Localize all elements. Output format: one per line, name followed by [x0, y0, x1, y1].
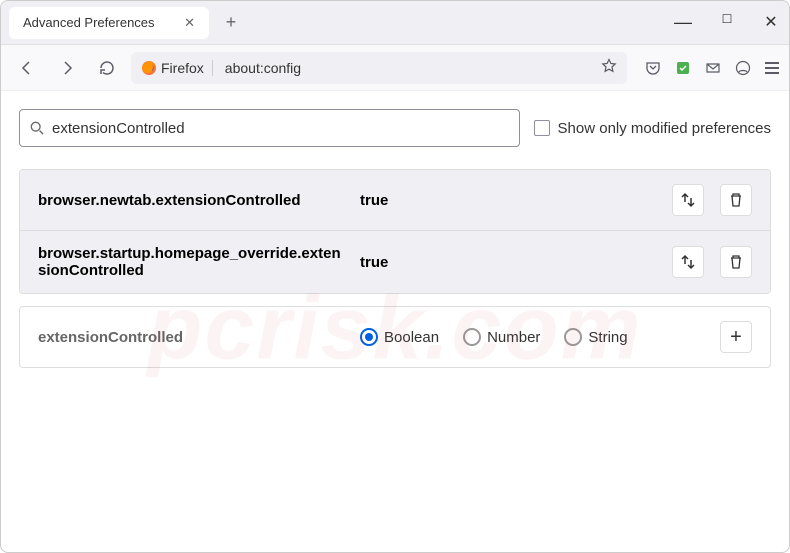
titlebar: Advanced Preferences ✕ + — ☐ ✕: [1, 1, 789, 45]
radio-boolean[interactable]: Boolean: [360, 328, 439, 346]
radio-label: Number: [487, 329, 540, 346]
search-row: Show only modified preferences: [19, 109, 771, 147]
search-icon: [30, 121, 44, 135]
bookmark-star-icon[interactable]: [601, 58, 617, 77]
radio-input[interactable]: [360, 328, 378, 346]
delete-button[interactable]: [720, 246, 752, 278]
radio-number[interactable]: Number: [463, 328, 540, 346]
browser-window: Advanced Preferences ✕ + — ☐ ✕ Firefox a…: [0, 0, 790, 553]
pref-actions: [672, 184, 752, 216]
radio-input[interactable]: [564, 328, 582, 346]
url-bar[interactable]: Firefox about:config: [131, 52, 627, 84]
extension-icon[interactable]: [675, 60, 691, 76]
identity-label: Firefox: [161, 60, 204, 76]
pref-row[interactable]: browser.startup.homepage_override.extens…: [20, 230, 770, 293]
checkbox-text: Show only modified preferences: [558, 120, 771, 137]
toggle-button[interactable]: [672, 246, 704, 278]
pref-actions: [672, 246, 752, 278]
radio-label: String: [588, 329, 627, 346]
close-tab-icon[interactable]: ✕: [184, 15, 195, 31]
toolbar-icons: [645, 60, 779, 76]
account-icon[interactable]: [735, 60, 751, 76]
pref-name: browser.newtab.extensionControlled: [38, 192, 348, 209]
new-tab-button[interactable]: +: [217, 9, 245, 37]
toolbar: Firefox about:config: [1, 45, 789, 91]
content-area: pcrisk.com Show only modified preference…: [1, 91, 789, 552]
pocket-icon[interactable]: [645, 60, 661, 76]
type-radio-group: Boolean Number String: [360, 328, 708, 346]
add-pref-row: extensionControlled Boolean Number Strin…: [19, 306, 771, 368]
menu-button[interactable]: [765, 62, 779, 74]
search-input[interactable]: [52, 120, 509, 137]
delete-button[interactable]: [720, 184, 752, 216]
radio-label: Boolean: [384, 329, 439, 346]
window-controls: — ☐ ✕: [673, 12, 781, 33]
show-modified-checkbox-label[interactable]: Show only modified preferences: [534, 120, 771, 137]
back-button[interactable]: [11, 52, 43, 84]
active-tab[interactable]: Advanced Preferences ✕: [9, 7, 209, 39]
pref-value: true: [360, 254, 660, 271]
identity-box[interactable]: Firefox: [141, 60, 213, 76]
radio-input[interactable]: [463, 328, 481, 346]
minimize-button[interactable]: —: [673, 12, 693, 33]
forward-button[interactable]: [51, 52, 83, 84]
firefox-icon: [141, 60, 157, 76]
pref-row[interactable]: browser.newtab.extensionControlled true: [20, 170, 770, 230]
pref-name: browser.startup.homepage_override.extens…: [38, 245, 348, 279]
maximize-button[interactable]: ☐: [717, 12, 737, 33]
inbox-icon[interactable]: [705, 60, 721, 76]
close-window-button[interactable]: ✕: [761, 12, 781, 33]
url-text: about:config: [225, 60, 301, 76]
search-box[interactable]: [19, 109, 520, 147]
preferences-table: browser.newtab.extensionControlled true …: [19, 169, 771, 294]
reload-button[interactable]: [91, 52, 123, 84]
radio-string[interactable]: String: [564, 328, 627, 346]
toggle-button[interactable]: [672, 184, 704, 216]
add-button[interactable]: +: [720, 321, 752, 353]
pref-value: true: [360, 192, 660, 209]
add-pref-name: extensionControlled: [38, 329, 348, 346]
show-modified-checkbox[interactable]: [534, 120, 550, 136]
tab-title: Advanced Preferences: [23, 15, 155, 30]
